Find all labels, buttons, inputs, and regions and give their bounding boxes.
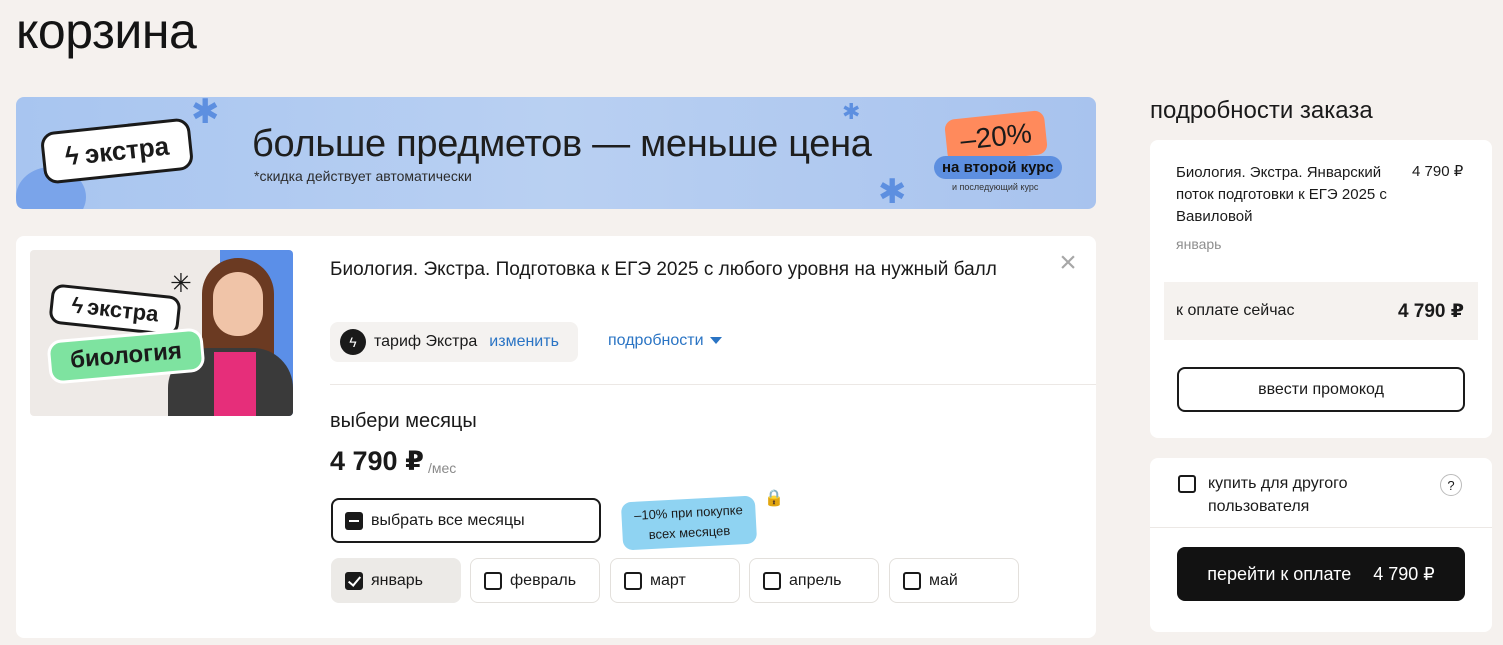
month-label: февраль [510, 571, 577, 589]
month-april[interactable]: апрель [749, 558, 879, 603]
course-thumbnail[interactable]: ✳ ϟ экстра биология [30, 250, 293, 416]
details-label: подробности [608, 332, 704, 349]
month-march[interactable]: март [610, 558, 740, 603]
price-unit: /мес [428, 460, 457, 476]
indeterminate-checkbox [345, 511, 363, 530]
thumb-extra-badge: ϟ экстра [48, 283, 182, 337]
teacher-photo-face [213, 272, 263, 336]
month-january[interactable]: январь [331, 558, 461, 603]
proceed-to-payment-button[interactable]: перейти к оплате 4 790 ₽ [1177, 547, 1465, 601]
order-item-name: Биология. Экстра. Январский поток подгот… [1176, 164, 1387, 225]
snowflake-icon: ✱ [191, 97, 220, 131]
pay-now-label: к оплате сейчас [1176, 302, 1295, 319]
banner-headline: больше предметов — меньше цена [252, 123, 872, 165]
lightning-icon: ϟ [70, 292, 85, 319]
snowflake-icon: ✱ [842, 99, 861, 124]
extra-badge-label: экстра [83, 130, 171, 169]
month-checkbox[interactable] [345, 571, 363, 590]
tariff-selector: ϟ тариф Экстра изменить [330, 322, 578, 362]
help-icon[interactable]: ? [1440, 474, 1462, 496]
gift-label-line-1: купить для другого [1208, 475, 1348, 492]
select-all-label: выбрать все месяцы [371, 511, 525, 529]
thumb-extra-label: экстра [85, 294, 160, 327]
checkout-panel: купить для другого пользователя ? перейт… [1150, 458, 1492, 632]
change-tariff-link[interactable]: изменить [489, 333, 559, 351]
month-label: май [929, 571, 958, 589]
lightning-icon: ϟ [340, 329, 366, 355]
pay-button-amount: 4 790 ₽ [1373, 563, 1435, 584]
month-label: март [650, 571, 686, 589]
pay-button-label: перейти к оплате [1207, 563, 1352, 584]
tariff-label: тариф Экстра [374, 333, 478, 350]
pay-now-row: к оплате сейчас 4 790 ₽ [1164, 282, 1478, 340]
month-label: январь [371, 571, 423, 589]
discount-note: и последующий курс [952, 182, 1039, 192]
remove-course-button[interactable]: × [1056, 248, 1080, 278]
month-label: апрель [789, 571, 842, 589]
course-card: ✳ ϟ экстра биология Биология. Экстра. По… [16, 236, 1096, 638]
gift-label: купить для другого пользователя [1208, 472, 1348, 518]
page-title: корзина [16, 3, 197, 59]
course-title: Биология. Экстра. Подготовка к ЕГЭ 2025 … [330, 259, 997, 280]
month-checkbox[interactable] [903, 571, 921, 590]
order-item-month: январь [1176, 236, 1222, 252]
divider [1150, 527, 1492, 528]
course-details-toggle[interactable]: подробности [608, 332, 722, 350]
extra-badge: ϟ экстра [39, 117, 195, 185]
close-icon: × [1059, 246, 1077, 279]
divider [330, 384, 1096, 385]
all-months-discount-sticker: –10% при покупке всех месяцев [620, 495, 758, 551]
buy-for-other-user[interactable]: купить для другого пользователя [1178, 472, 1348, 518]
promo-banner[interactable]: ✱ ✱ ✱ ϟ экстра больше предметов — меньше… [16, 97, 1096, 209]
spark-icon: ✳ [170, 268, 192, 298]
order-summary: Биология. Экстра. Январский поток подгот… [1150, 140, 1492, 438]
promo-code-button[interactable]: ввести промокод [1177, 367, 1465, 412]
gift-label-line-2: пользователя [1208, 498, 1310, 515]
month-checkbox[interactable] [624, 571, 642, 590]
snowflake-icon: ✱ [878, 173, 907, 209]
order-item-price: 4 790 ₽ [1412, 163, 1464, 180]
lightning-icon: ϟ [63, 139, 81, 171]
month-february[interactable]: февраль [470, 558, 600, 603]
teacher-photo-shirt [214, 352, 256, 416]
discount-label: на второй курс [934, 156, 1062, 179]
banner-subtext: *скидка действует автоматически [254, 168, 472, 184]
month-may[interactable]: май [889, 558, 1019, 603]
chevron-down-icon [709, 337, 722, 345]
course-price: 4 790 ₽ [330, 446, 424, 476]
pay-now-amount: 4 790 ₽ [1397, 300, 1464, 322]
month-checkbox[interactable] [763, 571, 781, 590]
order-details-title: подробности заказа [1150, 97, 1373, 124]
select-all-months-button[interactable]: выбрать все месяцы [331, 498, 601, 543]
months-title: выбери месяцы [330, 410, 477, 432]
lock-icon: 🔒 [764, 490, 784, 507]
gift-checkbox[interactable] [1178, 475, 1196, 493]
month-checkbox[interactable] [484, 571, 502, 590]
